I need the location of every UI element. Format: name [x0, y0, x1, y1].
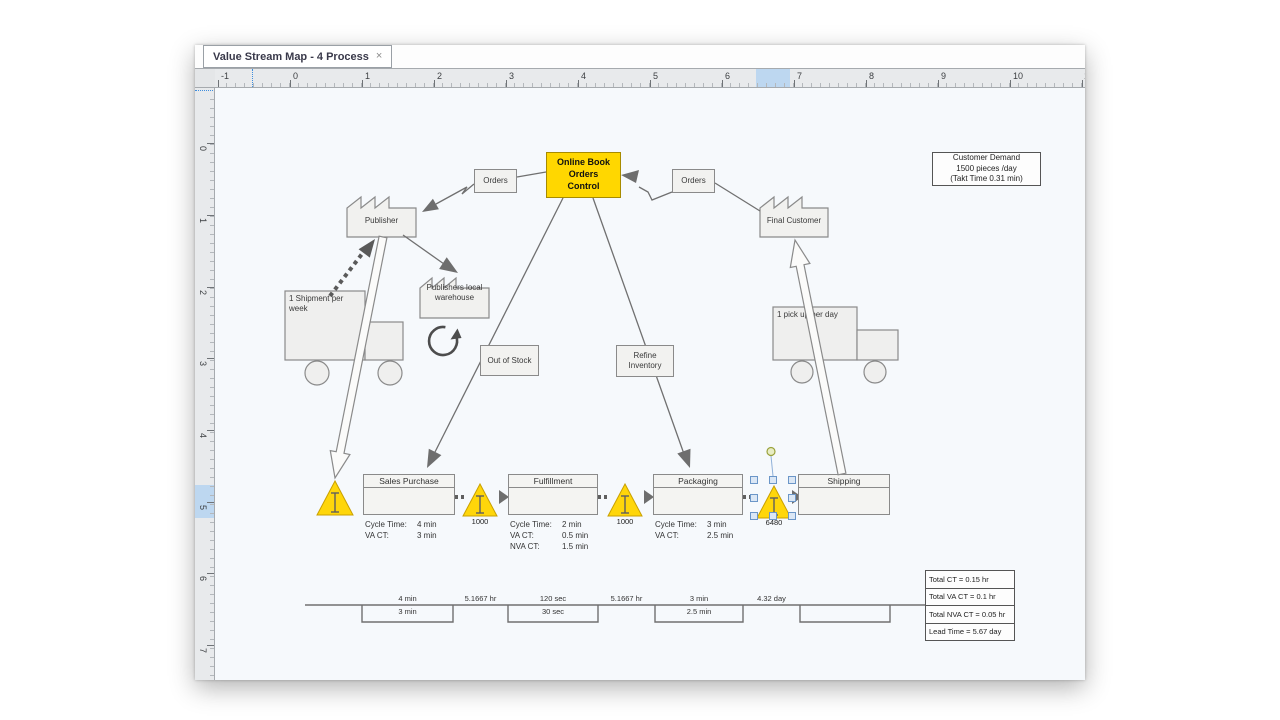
- overlay-layer: [215, 88, 1085, 680]
- dashed-arrow-truck-to-publisher[interactable]: [330, 239, 375, 296]
- shipment-arrow-publisher-to-inventory[interactable]: [330, 236, 387, 478]
- shipment-arrow-shipping-to-customer[interactable]: [790, 240, 846, 475]
- vertical-ruler: 0 1 2 3 4 5 6 7: [195, 88, 215, 680]
- ruler-selection-highlight-h: [756, 69, 790, 88]
- tab-close-icon[interactable]: ×: [376, 51, 382, 62]
- document-tab[interactable]: Value Stream Map - 4 Process ×: [203, 45, 392, 68]
- app-window: Value Stream Map - 4 Process × -1 0 1 2 …: [195, 45, 1085, 680]
- horizontal-ruler: -1 0 1 2 3 4 5 6 7 8 9 10 11: [215, 68, 1085, 88]
- selection-rotation-handle[interactable]: [767, 448, 775, 477]
- selection-handles[interactable]: [751, 477, 796, 520]
- drawing-canvas[interactable]: Online Book Orders Control Orders Orders…: [215, 88, 1085, 680]
- tab-bar: Value Stream Map - 4 Process ×: [195, 45, 1085, 68]
- tab-title: Value Stream Map - 4 Process: [213, 51, 369, 63]
- ruler-guide-marker-h: [252, 69, 253, 88]
- ruler-corner: [195, 68, 215, 88]
- ruler-guide-marker-v: [195, 90, 215, 91]
